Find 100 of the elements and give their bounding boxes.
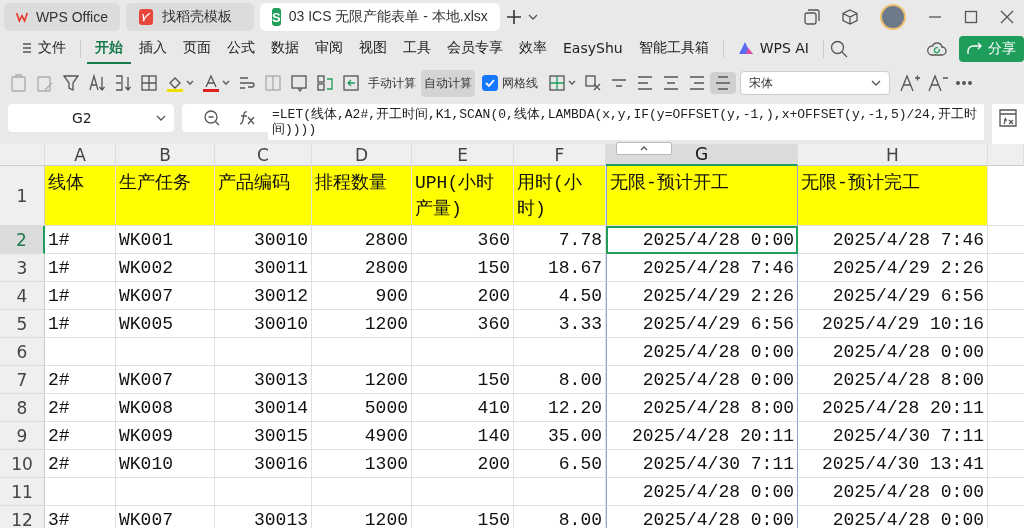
caret-down-icon[interactable]: [186, 80, 194, 86]
browser-tab[interactable]: 找稻壳模板: [126, 3, 254, 31]
table-cell: 2800: [312, 226, 412, 254]
column-header[interactable]: C: [215, 144, 312, 166]
close-icon[interactable]: [1000, 10, 1014, 24]
menu-tab[interactable]: EasyShu: [555, 34, 631, 64]
cube-icon[interactable]: [842, 9, 858, 25]
table-cell: 35.00: [514, 422, 606, 450]
gridlines-checkbox[interactable]: [482, 75, 498, 91]
calc-mode-button[interactable]: 自动计算: [421, 69, 475, 97]
merge-cells-icon[interactable]: [264, 74, 282, 92]
sort-ascending-icon[interactable]: [88, 74, 106, 92]
column-header[interactable]: E: [412, 144, 514, 166]
table-cell: [45, 478, 116, 506]
table-cell: 2025/4/28 8:00: [798, 366, 988, 394]
table-cell: WK007: [116, 506, 215, 528]
table-cell: 30012: [215, 282, 312, 310]
sort-descending-icon[interactable]: [114, 74, 132, 92]
windows-icon[interactable]: [804, 9, 820, 25]
column-title-cell: 无限-预计完工: [798, 166, 988, 226]
column-title-cell: 产品编码: [215, 166, 312, 226]
column-header[interactable]: G: [606, 144, 798, 166]
caret-down-icon[interactable]: [568, 80, 576, 86]
zoom-out-icon[interactable]: [204, 110, 220, 126]
menu-tab[interactable]: 插入: [131, 34, 175, 64]
table-cell: 2025/4/30 7:11: [798, 422, 988, 450]
row-header[interactable]: 1: [0, 166, 45, 226]
row-header[interactable]: 5: [0, 310, 45, 338]
avatar-icon[interactable]: [880, 4, 906, 30]
menu-tab[interactable]: 文件: [14, 34, 74, 64]
calc-mode-button[interactable]: 手动计算: [365, 69, 419, 97]
column-header[interactable]: F: [514, 144, 606, 166]
maximize-icon[interactable]: [964, 10, 978, 24]
column-header[interactable]: B: [116, 144, 215, 166]
decrease-font-icon[interactable]: [928, 74, 948, 92]
row-header[interactable]: 10: [0, 450, 45, 478]
column-header[interactable]: A: [45, 144, 116, 166]
menu-tab[interactable]: 审阅: [307, 34, 351, 64]
table-cell: 2025/4/30 7:11: [606, 450, 798, 478]
menu-tab[interactable]: 工具: [395, 34, 439, 64]
borders-icon[interactable]: [140, 74, 158, 92]
increase-font-icon[interactable]: [900, 74, 920, 92]
table-cell: 30010: [215, 310, 312, 338]
menu-tab[interactable]: WPS AI: [729, 34, 817, 64]
align-button[interactable]: [710, 72, 736, 94]
menu-tab[interactable]: 效率: [511, 34, 555, 64]
font-color-icon[interactable]: [202, 74, 220, 92]
table-cell: 2025/4/29 2:26: [798, 254, 988, 282]
table-cell: 30010: [215, 226, 312, 254]
more-icon[interactable]: [956, 81, 972, 85]
table-cell: 2025/4/28 0:00: [798, 506, 988, 528]
clear-format-icon[interactable]: [584, 74, 602, 92]
row-header[interactable]: 6: [0, 338, 45, 366]
search-icon[interactable]: [829, 40, 848, 58]
expand-formula-icon[interactable]: [998, 108, 1018, 128]
border-color-icon[interactable]: [548, 74, 566, 92]
browser-tab[interactable]: S 03 ICS 无限产能表单 - 本地.xlsx: [260, 3, 500, 31]
menu-tab[interactable]: 开始: [87, 34, 131, 64]
table-cell: 1#: [45, 254, 116, 282]
caret-down-icon[interactable]: [528, 14, 538, 20]
table-cell: WK009: [116, 422, 215, 450]
font-select[interactable]: 宋体: [740, 71, 890, 95]
menu-tab[interactable]: 页面: [175, 34, 219, 64]
caret-down-icon[interactable]: [222, 80, 230, 86]
row-header[interactable]: 11: [0, 478, 45, 506]
menu-tab[interactable]: 数据: [263, 34, 307, 64]
row-header[interactable]: 7: [0, 366, 45, 394]
table-cell: 2#: [45, 450, 116, 478]
function-icon[interactable]: [238, 110, 256, 126]
row-header[interactable]: 4: [0, 282, 45, 310]
refresh-table-icon[interactable]: [316, 74, 334, 92]
table-cell: 2025/4/28 0:00: [606, 226, 798, 254]
plus-icon[interactable]: [506, 9, 522, 25]
column-header[interactable]: H: [798, 144, 988, 166]
row-header[interactable]: 9: [0, 422, 45, 450]
ai-logo-icon: [737, 41, 754, 55]
name-box[interactable]: G2: [8, 104, 174, 132]
wrap-text-icon[interactable]: [238, 74, 256, 92]
formula-field[interactable]: =LET(线体,A2#,开工时间,K1,SCAN(0,线体,LAMBDA(x,y,IF(y=OFFSET(y,-1,),x+OFFSET(y,-1,5)/24,开工时间)))): [268, 104, 984, 140]
table-cell: 150: [412, 366, 514, 394]
cloud-sync-icon[interactable]: [927, 41, 947, 57]
menu-tab[interactable]: 公式: [219, 34, 263, 64]
table-cell: 2025/4/29 6:56: [798, 282, 988, 310]
column-title-cell: 线体: [45, 166, 116, 226]
menu-tab[interactable]: 会员专享: [439, 34, 511, 64]
menu-tab[interactable]: 智能工具箱: [630, 34, 717, 64]
column-header[interactable]: D: [312, 144, 412, 166]
row-header[interactable]: 2: [0, 226, 45, 254]
browser-tab[interactable]: WPS Office: [4, 3, 120, 31]
row-header[interactable]: 3: [0, 254, 45, 282]
import-icon[interactable]: [342, 74, 360, 92]
menu-tab[interactable]: 视图: [351, 34, 395, 64]
row-header[interactable]: 8: [0, 394, 45, 422]
comment-icon[interactable]: [290, 74, 308, 92]
table-cell: 2#: [45, 394, 116, 422]
row-header[interactable]: 12: [0, 506, 45, 528]
filter-icon[interactable]: [62, 74, 80, 92]
check-icon: [485, 79, 495, 87]
table-cell: 1200: [312, 506, 412, 528]
table-cell: 150: [412, 506, 514, 528]
